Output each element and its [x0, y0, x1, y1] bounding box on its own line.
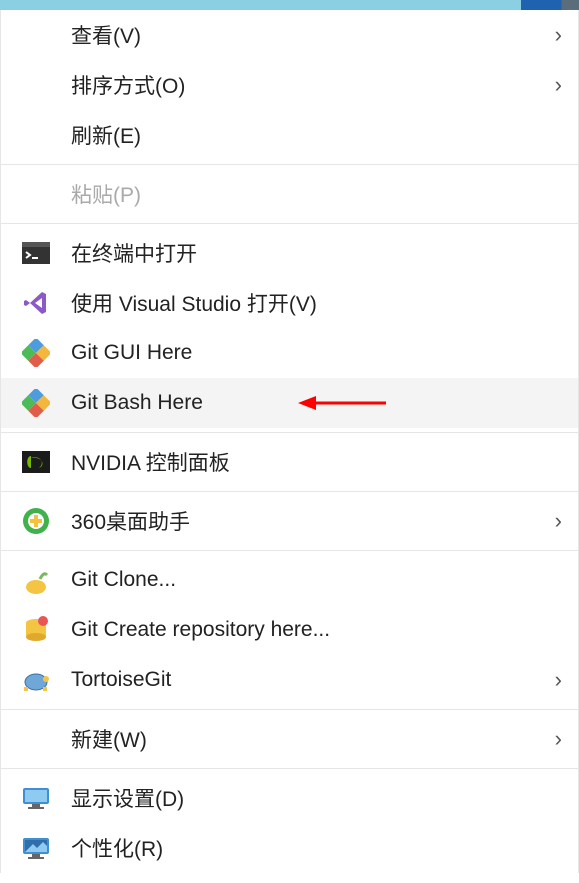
menu-item-360[interactable]: 360桌面助手 › — [1, 496, 578, 546]
menu-item-label: Git GUI Here — [71, 341, 562, 365]
menu-item-nvidia[interactable]: NVIDIA 控制面板 — [1, 437, 578, 487]
menu-separator — [1, 709, 578, 710]
tortoisegit-clone-icon — [1, 565, 71, 595]
chevron-right-icon: › — [540, 72, 562, 98]
menu-item-git-create-repo[interactable]: Git Create repository here... — [1, 605, 578, 655]
menu-item-open-terminal[interactable]: 在终端中打开 — [1, 228, 578, 278]
menu-item-personalize[interactable]: 个性化(R) — [1, 823, 578, 873]
chevron-right-icon: › — [540, 22, 562, 48]
menu-item-label: 360桌面助手 — [71, 506, 540, 536]
annotation-arrow-icon — [298, 391, 388, 415]
chevron-right-icon: › — [540, 726, 562, 752]
menu-separator — [1, 768, 578, 769]
menu-separator — [1, 164, 578, 165]
menu-item-git-gui[interactable]: Git GUI Here — [1, 328, 578, 378]
menu-item-refresh[interactable]: 刷新(E) — [1, 110, 578, 160]
tortoisegit-icon — [1, 667, 71, 693]
terminal-icon — [1, 242, 71, 264]
visual-studio-icon — [1, 289, 71, 317]
window-titlebar — [0, 0, 579, 10]
menu-item-label: 排序方式(O) — [71, 70, 540, 100]
360-icon — [1, 506, 71, 536]
display-settings-icon — [1, 785, 71, 811]
menu-item-label: 使用 Visual Studio 打开(V) — [71, 288, 562, 318]
menu-item-display-settings[interactable]: 显示设置(D) — [1, 773, 578, 823]
menu-item-label: 查看(V) — [71, 20, 540, 50]
menu-item-sort[interactable]: 排序方式(O) › — [1, 60, 578, 110]
menu-item-label: 新建(W) — [71, 724, 540, 754]
chevron-right-icon: › — [540, 667, 562, 693]
nvidia-icon — [1, 451, 71, 473]
menu-item-label: TortoiseGit — [71, 668, 540, 692]
menu-item-open-visual-studio[interactable]: 使用 Visual Studio 打开(V) — [1, 278, 578, 328]
menu-item-paste: 粘贴(P) — [1, 169, 578, 219]
git-icon — [1, 339, 71, 367]
menu-separator — [1, 223, 578, 224]
menu-separator — [1, 491, 578, 492]
context-menu: 查看(V) › 排序方式(O) › 刷新(E) 粘贴(P) 在终端中打开 使用 … — [0, 10, 579, 873]
menu-item-label: Git Create repository here... — [71, 618, 562, 642]
menu-item-label: Git Clone... — [71, 568, 562, 592]
menu-item-label: NVIDIA 控制面板 — [71, 447, 562, 477]
menu-item-git-bash[interactable]: Git Bash Here — [1, 378, 578, 428]
menu-item-tortoisegit[interactable]: TortoiseGit › — [1, 655, 578, 705]
git-icon — [1, 389, 71, 417]
menu-item-label: 粘贴(P) — [71, 179, 562, 209]
menu-separator — [1, 432, 578, 433]
tortoisegit-repo-icon — [1, 615, 71, 645]
menu-item-new[interactable]: 新建(W) › — [1, 714, 578, 764]
menu-separator — [1, 550, 578, 551]
menu-item-label: 在终端中打开 — [71, 238, 562, 268]
chevron-right-icon: › — [540, 508, 562, 534]
menu-item-git-clone[interactable]: Git Clone... — [1, 555, 578, 605]
menu-item-view[interactable]: 查看(V) › — [1, 10, 578, 60]
menu-item-label: 个性化(R) — [71, 833, 562, 863]
menu-item-label: 刷新(E) — [71, 120, 562, 150]
personalize-icon — [1, 835, 71, 861]
menu-item-label: 显示设置(D) — [71, 783, 562, 813]
